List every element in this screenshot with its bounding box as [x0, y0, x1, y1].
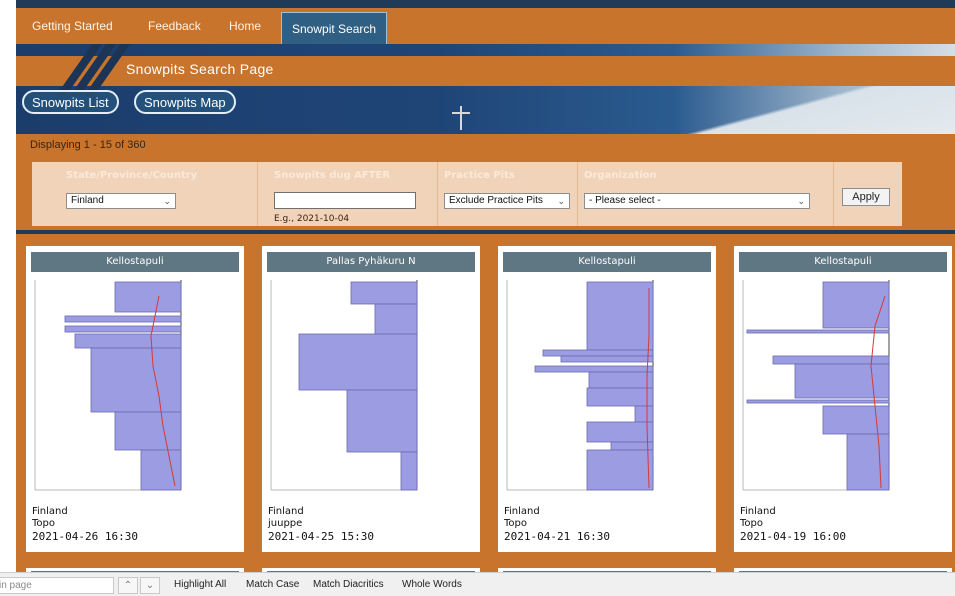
- top-nav: Getting Started Feedback Home Snowpit Se…: [16, 8, 955, 44]
- dug-after-input[interactable]: [274, 192, 416, 209]
- country-select-value: Finland: [71, 195, 104, 206]
- snowpit-profile-chart: [506, 280, 654, 491]
- whole-words-option[interactable]: Whole Words: [402, 579, 462, 590]
- highlight-all-option[interactable]: Highlight All: [174, 579, 226, 590]
- card-user: juuppe: [268, 518, 303, 529]
- nav-getting-started[interactable]: Getting Started: [32, 8, 113, 44]
- card-date: 2021-04-26 16:30: [32, 530, 138, 543]
- snowpit-card[interactable]: Kellostapuli Finland Topo 2021-04-19 16:…: [734, 246, 952, 552]
- country-label: State/Province/Country: [66, 170, 198, 181]
- organization-label: Organization: [584, 170, 657, 181]
- card-title[interactable]: Kellostapuli: [739, 252, 947, 272]
- filter-bar: State/Province/Country Finland ⌄ Snowpit…: [16, 158, 955, 230]
- card-country: Finland: [504, 506, 540, 517]
- practice-select[interactable]: Exclude Practice Pits ⌄: [444, 193, 570, 209]
- cross-marker: [460, 106, 462, 130]
- nav-home[interactable]: Home: [229, 8, 261, 44]
- results-grid: Kellostapuli Finland Topo 2021-04-26 16:…: [16, 230, 955, 576]
- practice-select-value: Exclude Practice Pits: [449, 195, 543, 206]
- find-input-placeholder: in page: [0, 580, 32, 591]
- cross-marker: [452, 112, 470, 114]
- results-count: Displaying 1 - 15 of 360: [30, 139, 146, 151]
- nav-feedback[interactable]: Feedback: [148, 8, 201, 44]
- find-in-page-bar: in page ⌃ ⌄ Highlight All Match Case Mat…: [0, 572, 955, 596]
- chevron-up-icon: ⌃: [123, 580, 133, 591]
- organization-select[interactable]: - Please select - ⌄: [584, 193, 810, 209]
- snowpit-profile-chart: [270, 280, 418, 491]
- match-diacritics-option[interactable]: Match Diacritics: [313, 579, 384, 590]
- card-date: 2021-04-19 16:00: [740, 530, 846, 543]
- chevron-down-icon: ⌄: [145, 580, 155, 591]
- dug-after-hint: E.g., 2021-10-04: [274, 214, 350, 224]
- snowpit-profile-chart: [34, 280, 182, 491]
- card-country: Finland: [32, 506, 68, 517]
- filter-panel: State/Province/Country Finland ⌄ Snowpit…: [32, 162, 902, 226]
- card-country: Finland: [268, 506, 304, 517]
- find-previous-button[interactable]: ⌃: [118, 577, 138, 594]
- chevron-down-icon: ⌄: [163, 196, 171, 206]
- snowpit-profile-chart: [742, 280, 890, 491]
- results-status-bar: Displaying 1 - 15 of 360: [16, 134, 955, 158]
- nav-snowpit-search[interactable]: Snowpit Search: [281, 12, 388, 44]
- card-country: Finland: [740, 506, 776, 517]
- snowpits-map-tab[interactable]: Snowpits Map: [134, 90, 236, 114]
- top-strip: [16, 0, 955, 8]
- card-title[interactable]: Pallas Pyhäkuru N: [267, 252, 475, 272]
- match-case-option[interactable]: Match Case: [246, 579, 299, 590]
- snowpit-card[interactable]: Pallas Pyhäkuru N Finland juuppe 2021-04…: [262, 246, 480, 552]
- chevron-down-icon: ⌄: [797, 196, 805, 206]
- page-title: Snowpits Search Page: [126, 61, 274, 77]
- find-input[interactable]: in page: [0, 577, 114, 594]
- chevron-down-icon: ⌄: [557, 196, 565, 206]
- apply-button[interactable]: Apply: [842, 188, 890, 206]
- snowpit-card[interactable]: Kellostapuli Finland Topo 2021-04-21 16:…: [498, 246, 716, 552]
- window-gutter: [0, 0, 16, 572]
- card-user: Topo: [740, 518, 763, 529]
- filter-country: State/Province/Country Finland ⌄: [32, 162, 258, 226]
- app-window: { "nav": { "items": ["Getting Started", …: [0, 0, 955, 596]
- filter-practice: Practice Pits Exclude Practice Pits ⌄: [438, 162, 578, 226]
- card-user: Topo: [32, 518, 55, 529]
- practice-label: Practice Pits: [444, 170, 515, 181]
- card-title[interactable]: Kellostapuli: [503, 252, 711, 272]
- dug-after-label: Snowpits dug AFTER: [274, 170, 391, 181]
- filter-dug-after: Snowpits dug AFTER E.g., 2021-10-04: [258, 162, 438, 226]
- snowpit-card[interactable]: Kellostapuli Finland Topo 2021-04-26 16:…: [26, 246, 244, 552]
- snowpits-list-tab[interactable]: Snowpits List: [22, 90, 119, 114]
- filter-organization: Organization - Please select - ⌄: [578, 162, 834, 226]
- card-date: 2021-04-21 16:30: [504, 530, 610, 543]
- card-date: 2021-04-25 15:30: [268, 530, 374, 543]
- mountain-slope-image: [536, 86, 955, 134]
- page-banner: Snowpits Search Page Snowpits List Snowp…: [16, 44, 955, 134]
- country-select[interactable]: Finland ⌄: [66, 193, 176, 209]
- organization-select-value: - Please select -: [589, 195, 661, 206]
- card-title[interactable]: Kellostapuli: [31, 252, 239, 272]
- card-user: Topo: [504, 518, 527, 529]
- find-next-button[interactable]: ⌄: [140, 577, 160, 594]
